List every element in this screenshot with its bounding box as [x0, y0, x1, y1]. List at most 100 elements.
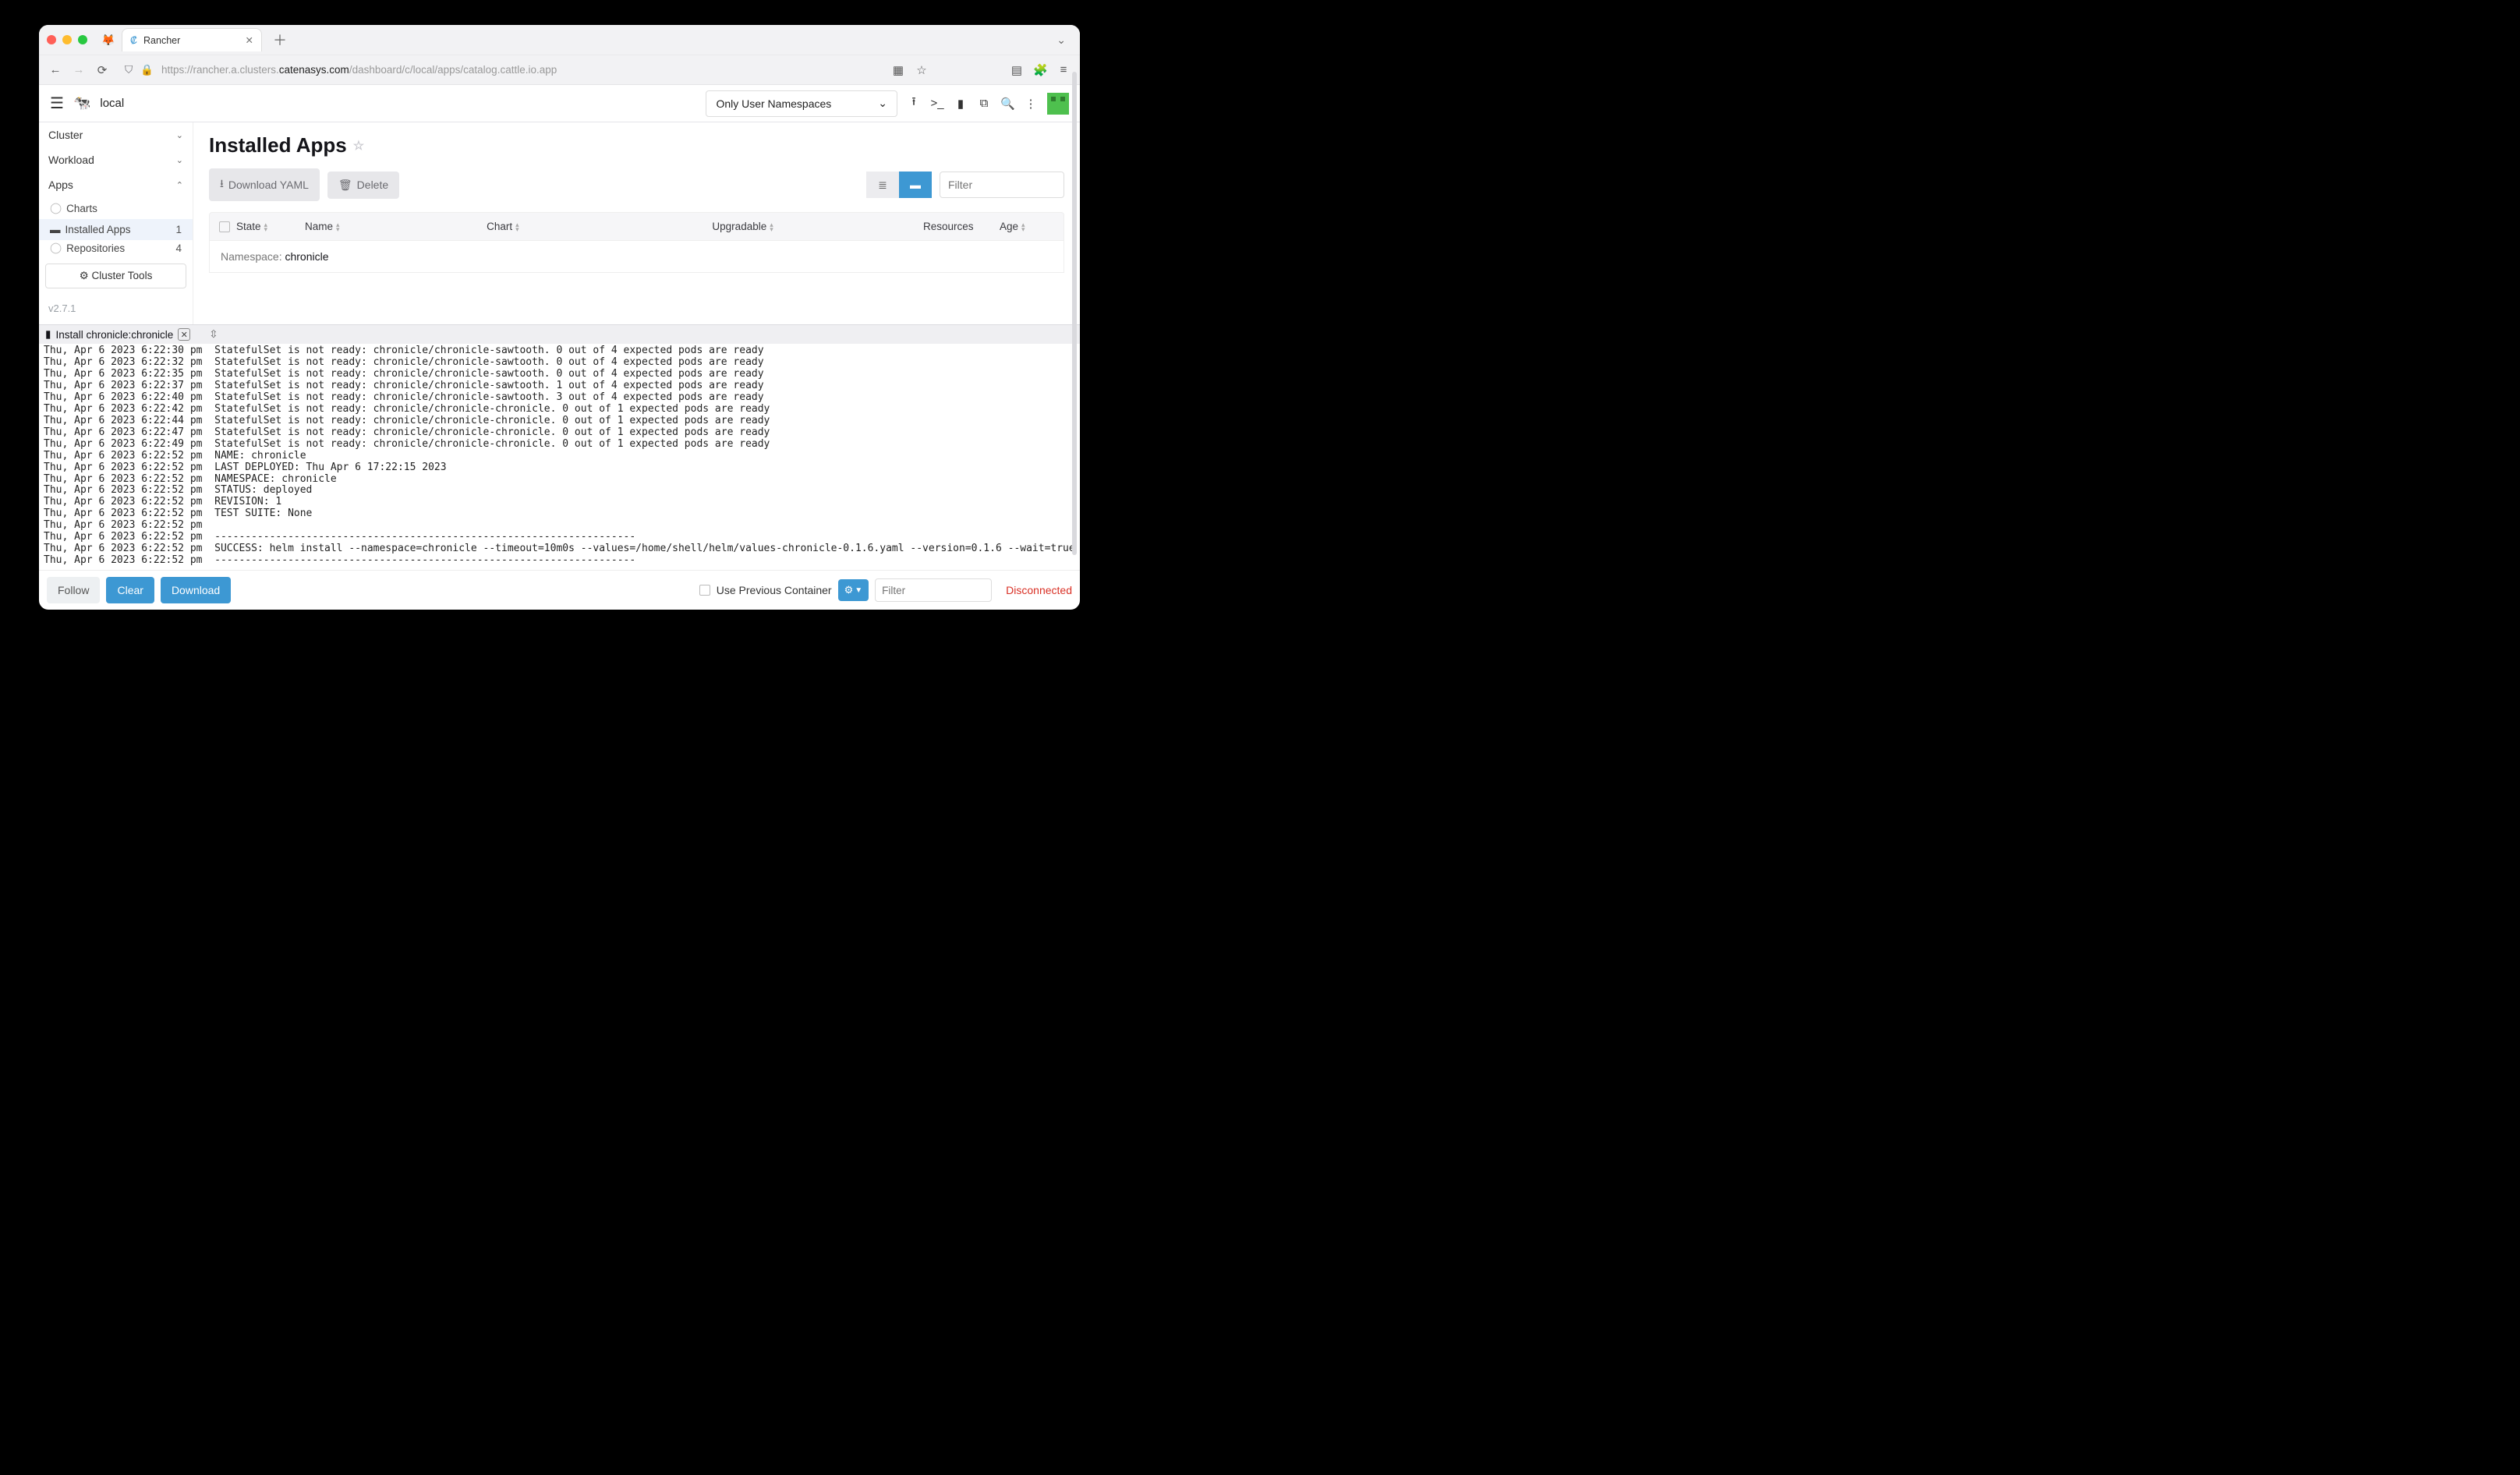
circle-icon: ◯ — [50, 242, 62, 254]
user-avatar[interactable] — [1047, 93, 1069, 115]
subitem-label: Installed Apps — [65, 224, 131, 235]
window-controls[interactable] — [47, 35, 87, 44]
maximize-window-icon[interactable] — [78, 35, 87, 44]
app-header: ☰ 🐄 local Only User Namespaces ⌄ ⭱ >_ ▮ … — [39, 85, 1080, 122]
back-button[interactable]: ← — [48, 63, 62, 76]
filter-input[interactable] — [940, 172, 1064, 198]
follow-button[interactable]: Follow — [47, 577, 100, 603]
page-title-text: Installed Apps — [209, 133, 347, 157]
close-log-button[interactable]: ✕ — [178, 328, 190, 341]
browser-menu-icon[interactable]: ≡ — [1056, 63, 1071, 76]
clear-button[interactable]: Clear — [106, 577, 154, 603]
log-output[interactable]: Thu, Apr 6 2023 6:22:30 pm StatefulSet i… — [39, 344, 1080, 570]
apps-grid-icon[interactable]: ▤ — [1010, 63, 1024, 77]
delete-button[interactable]: 🗑 Delete — [327, 172, 399, 199]
log-filter-input[interactable] — [875, 578, 992, 602]
close-window-icon[interactable] — [47, 35, 56, 44]
col-name[interactable]: Name▴▾ — [305, 221, 480, 232]
chevron-down-icon: ⌄ — [878, 97, 887, 110]
chevron-down-icon: ⌄ — [176, 130, 183, 140]
sort-icon: ▴▾ — [1021, 222, 1025, 232]
minimize-window-icon[interactable] — [62, 35, 72, 44]
gear-icon: ⚙ — [80, 270, 89, 281]
namespace-filter-value: Only User Namespaces — [716, 97, 831, 110]
favorite-star-icon[interactable]: ☆ — [353, 138, 364, 154]
log-panel-footer: Follow Clear Download Use Previous Conta… — [39, 570, 1080, 610]
sidebar-subitem-repositories[interactable]: ◯ Repositories 4 — [39, 240, 193, 256]
col-state[interactable]: State▴▾ — [236, 221, 299, 232]
tabs-dropdown-icon[interactable]: ⌄ — [1050, 34, 1072, 47]
namespace-label: Namespace: — [221, 250, 285, 263]
bookmark-star-icon[interactable]: ☆ — [915, 63, 929, 77]
download-yaml-button[interactable]: ⭳ Download YAML — [209, 168, 320, 201]
sort-icon: ▴▾ — [336, 222, 340, 232]
sidebar-subitem-charts[interactable]: ◯ Charts — [39, 197, 193, 219]
chevron-down-icon: ▼ — [855, 586, 862, 595]
sidebar-item-cluster[interactable]: Cluster ⌄ — [39, 122, 193, 147]
cluster-tools-button[interactable]: ⚙ Cluster Tools — [45, 264, 186, 288]
forward-button[interactable]: → — [72, 63, 86, 76]
address-bar[interactable]: ⛉ 🔒 https://rancher.a.clusters.catenasys… — [119, 64, 882, 76]
col-chart[interactable]: Chart▴▾ — [487, 221, 706, 232]
browser-tab[interactable]: ₡ Rancher ✕ — [122, 28, 262, 51]
action-toolbar: ⭳ Download YAML 🗑 Delete ≣ ▬ — [209, 168, 1064, 201]
sort-icon: ▴▾ — [515, 222, 519, 232]
button-label: Follow — [58, 584, 89, 596]
cluster-name[interactable]: local — [100, 97, 124, 110]
log-panel-header: ▮ Install chronicle:chronicle ✕ ⇳ — [39, 325, 1080, 344]
firefox-icon: 🦊 — [101, 34, 115, 47]
tab-title: Rancher — [143, 35, 180, 46]
chevron-up-icon: ⌃ — [176, 180, 183, 190]
button-label: Delete — [357, 179, 388, 191]
log-settings-button[interactable]: ⚙▼ — [838, 579, 869, 601]
copy-config-icon[interactable]: ⧉ — [977, 97, 991, 110]
table-header: State▴▾ Name▴▾ Chart▴▾ Upgradable▴▾ Reso… — [209, 212, 1064, 241]
qr-icon[interactable]: ▦ — [891, 63, 905, 77]
list-view-button[interactable]: ≣ — [866, 172, 899, 198]
folder-icon: ▬ — [50, 224, 61, 235]
main-content: Installed Apps ☆ ⭳ Download YAML 🗑 Delet… — [193, 122, 1080, 324]
shell-icon[interactable]: >_ — [930, 97, 944, 110]
col-resources[interactable]: Resources — [923, 221, 993, 232]
sort-icon: ▴▾ — [264, 222, 268, 232]
subitem-label: Repositories — [66, 242, 125, 254]
close-tab-icon[interactable]: ✕ — [246, 34, 253, 46]
log-title: Install chronicle:chronicle — [55, 329, 173, 341]
namespace-value: chronicle — [285, 250, 328, 263]
kebab-menu-icon[interactable]: ⋮ — [1024, 97, 1038, 111]
window-scrollbar[interactable] — [1072, 72, 1077, 555]
document-icon[interactable]: ▮ — [954, 97, 968, 111]
cluster-tools-label: Cluster Tools — [92, 270, 153, 281]
import-icon[interactable]: ⭱ — [907, 94, 921, 113]
tab-favicon: ₡ — [130, 35, 137, 46]
use-prev-label: Use Previous Container — [717, 584, 832, 596]
sidebar-subitem-installed-apps[interactable]: ▬ Installed Apps 1 — [39, 219, 193, 240]
namespace-filter-dropdown[interactable]: Only User Namespaces ⌄ — [706, 90, 897, 117]
sort-icon: ▴▾ — [770, 222, 773, 232]
use-prev-checkbox[interactable] — [699, 585, 710, 596]
chevron-down-icon: ⌄ — [176, 155, 183, 165]
search-icon[interactable]: 🔍 — [1000, 97, 1014, 111]
download-log-button[interactable]: Download — [161, 577, 231, 603]
new-tab-button[interactable]: ＋ — [268, 30, 292, 50]
button-label: Download YAML — [228, 179, 309, 191]
document-icon: ▮ — [45, 328, 51, 341]
reload-button[interactable]: ⟳ — [95, 63, 109, 77]
col-age[interactable]: Age▴▾ — [1000, 221, 1054, 232]
col-upgradable[interactable]: Upgradable▴▾ — [712, 221, 917, 232]
button-label: Download — [172, 584, 220, 596]
menu-toggle-icon[interactable]: ☰ — [50, 94, 64, 113]
extensions-icon[interactable]: 🧩 — [1033, 63, 1047, 77]
log-panel: ▮ Install chronicle:chronicle ✕ ⇳ Thu, A… — [39, 324, 1080, 610]
sidebar-item-apps[interactable]: Apps ⌃ — [39, 172, 193, 197]
count-badge: 1 — [175, 224, 182, 235]
sidebar-item-workload[interactable]: Workload ⌄ — [39, 147, 193, 172]
count-badge: 4 — [175, 242, 182, 254]
rancher-logo-icon: 🐄 — [73, 95, 90, 111]
expand-icon[interactable]: ⇳ — [209, 328, 218, 341]
sidebar-label: Cluster — [48, 129, 83, 141]
namespace-group-row: Namespace: chronicle — [209, 241, 1064, 273]
select-all-checkbox[interactable] — [219, 221, 230, 232]
lock-icon: 🔒 — [140, 64, 154, 76]
grid-view-button[interactable]: ▬ — [899, 172, 932, 198]
